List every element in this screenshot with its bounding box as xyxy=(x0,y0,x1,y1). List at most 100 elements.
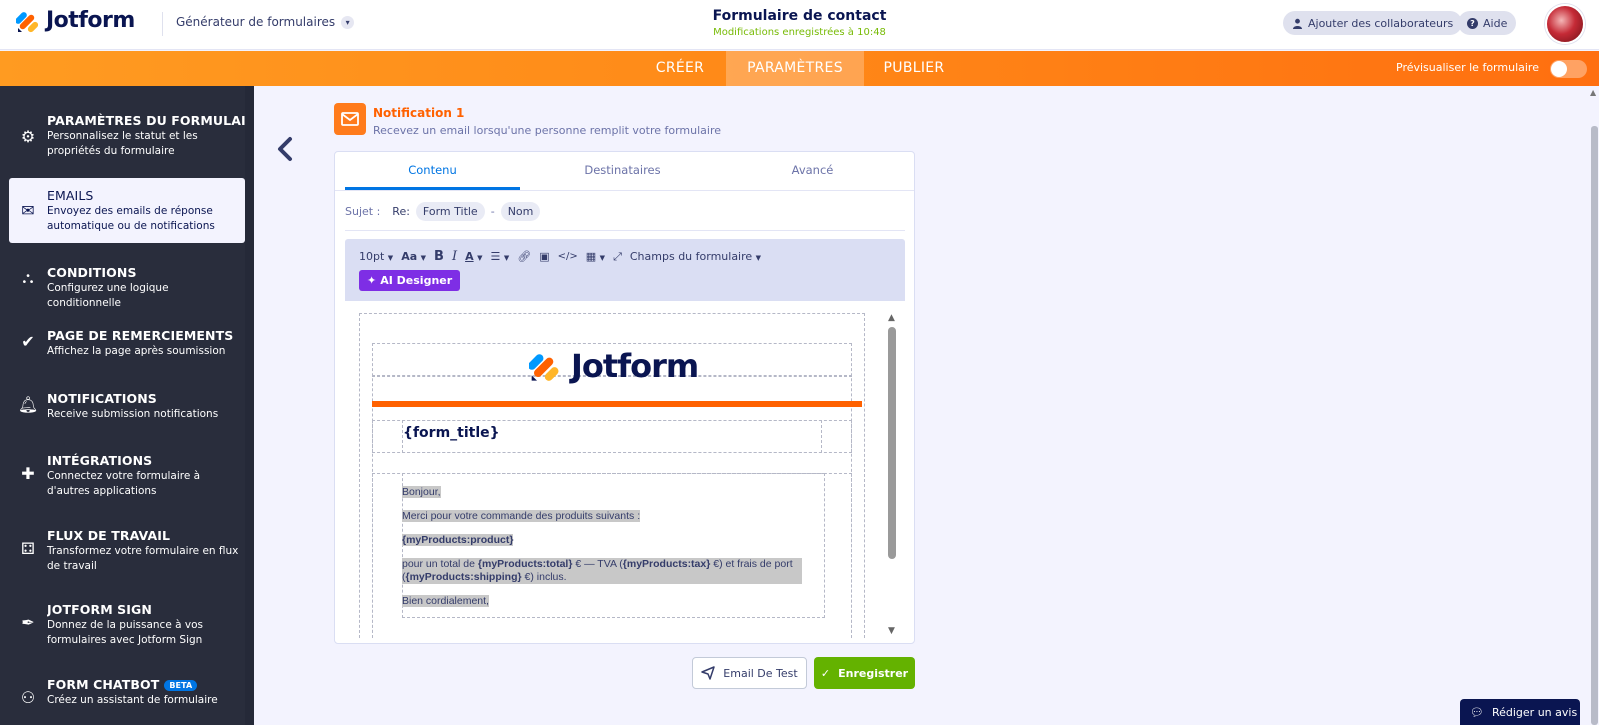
sidebar-item-desc: Personnalisez le statut et les propriété… xyxy=(47,130,198,157)
sidebar-item-jotform-sign[interactable]: ✒ JOTFORM SIGN Donnez de la puissance à … xyxy=(9,602,245,647)
sidebar-item-workflow[interactable]: ⚃ FLUX DE TRAVAIL Transformez votre form… xyxy=(9,528,245,573)
email-total-var: {myProducts:total} xyxy=(477,558,573,570)
email-thanks: Merci pour votre commande des produits s… xyxy=(402,510,641,522)
beta-badge: BETA xyxy=(164,680,198,691)
email-total-text-4: €) inclus. xyxy=(521,571,567,583)
align-button[interactable]: ☰ ▼ xyxy=(490,250,509,263)
scroll-up-icon[interactable]: ▲ xyxy=(888,313,895,323)
scroll-down-icon[interactable]: ▼ xyxy=(888,626,895,636)
email-editor-card: Contenu Destinataires Avancé Sujet : Re:… xyxy=(334,151,915,644)
sidebar-item-title: JOTFORM SIGN xyxy=(47,602,152,617)
table-icon: ▦ xyxy=(585,250,597,263)
email-products: {myProducts:product} xyxy=(402,534,514,546)
subject-tag-name[interactable]: Nom xyxy=(500,202,541,221)
sidebar-item-title: PAGE DE REMERCIEMENTS xyxy=(47,328,234,343)
sidebar-item-form-chatbot[interactable]: ⚇ FORM CHATBOT BETA Créez un assistant de… xyxy=(9,677,245,708)
code-icon[interactable]: </> xyxy=(558,251,578,262)
sidebar-item-thank-you[interactable]: ✔ PAGE DE REMERCIEMENTS Affichez la page… xyxy=(9,328,245,359)
help-label: Aide xyxy=(1483,16,1508,30)
tab-create[interactable]: CRÉER xyxy=(640,51,720,86)
form-fields-menu[interactable]: Champs du formulaire ▼ xyxy=(630,250,761,263)
sidebar-item-conditions[interactable]: ⛬ CONDITIONS Configurez une logique cond… xyxy=(9,265,245,310)
preview-scrollbar[interactable]: ▲ ▼ xyxy=(885,313,899,638)
sidebar-item-desc: Connectez votre formulaire à d'autres ap… xyxy=(47,470,201,497)
fullscreen-icon[interactable]: ⤢ xyxy=(613,250,622,264)
email-shipping-var: {myProducts:shipping} xyxy=(405,571,522,583)
table-button[interactable]: ▦ ▼ xyxy=(586,250,605,263)
user-icon xyxy=(1293,18,1302,29)
email-form-title: {form_title} xyxy=(403,425,500,441)
sidebar-item-desc: Affichez la page après soumission xyxy=(47,345,226,357)
write-review-label: Rédiger un avis xyxy=(1491,705,1578,719)
question-icon: ? xyxy=(1467,17,1478,29)
tab-advanced[interactable]: Avancé xyxy=(725,152,900,190)
scroll-up-icon[interactable]: ▲ xyxy=(1590,88,1596,97)
jotform-logo[interactable]: Jotform xyxy=(16,8,135,33)
ai-designer-button[interactable]: ✦ AI Designer xyxy=(359,270,461,291)
tab-publish[interactable]: PUBLIER xyxy=(868,51,960,86)
tab-content[interactable]: Contenu xyxy=(345,152,520,190)
write-review-button[interactable]: 💬︎ Rédiger un avis xyxy=(1460,699,1580,725)
help-button[interactable]: ? Aide xyxy=(1458,11,1517,35)
sidebar-item-desc: Transformez votre formulaire en flux de … xyxy=(47,545,239,572)
chevron-down-icon: ▼ xyxy=(420,254,427,262)
text-color-icon: A xyxy=(465,250,474,263)
font-size-select[interactable]: 10pt ▼ xyxy=(359,250,393,263)
bell-icon: 🔔︎ xyxy=(17,394,39,414)
back-chevron-icon[interactable] xyxy=(276,136,294,169)
sidebar-item-title: EMAILS xyxy=(47,188,94,203)
scroll-thumb[interactable] xyxy=(888,327,896,559)
preview-form-label: Prévisualiser le formulaire xyxy=(1396,61,1539,74)
preview-form-toggle[interactable] xyxy=(1550,60,1587,78)
text-color-button[interactable]: A ▼ xyxy=(465,250,482,263)
save-button[interactable]: ✓ Enregistrer xyxy=(814,657,915,689)
sidebar-item-title: NOTIFICATIONS xyxy=(47,391,157,406)
editor-toolbar: 10pt ▼ Aa ▼ B I A ▼ ☰ ▼ 🔗︎ ▣ </> ▦ ▼ ⤢ C… xyxy=(345,239,905,301)
jotform-logo-icon xyxy=(529,354,559,381)
sidebar-scrollbar[interactable] xyxy=(245,86,254,725)
image-icon[interactable]: ▣ xyxy=(539,250,549,263)
tab-recipients[interactable]: Destinataires xyxy=(535,152,710,190)
subject-field[interactable]: Sujet : Re: Form Title - Nom xyxy=(345,202,541,221)
bold-button[interactable]: B xyxy=(434,249,444,264)
email-greeting: Bonjour, xyxy=(402,486,441,498)
subject-tag-form-title[interactable]: Form Title xyxy=(415,202,485,221)
toggle-knob xyxy=(1551,61,1567,77)
subject-prefix: Re: xyxy=(392,205,410,218)
toolbar-row: 10pt ▼ Aa ▼ B I A ▼ ☰ ▼ 🔗︎ ▣ </> ▦ ▼ ⤢ C… xyxy=(359,249,761,264)
pen-icon: ✒ xyxy=(21,612,35,632)
sidebar-item-title: FLUX DE TRAVAIL xyxy=(47,528,171,543)
sidebar-item-integrations[interactable]: ✚ INTÉGRATIONS Connectez votre formulair… xyxy=(9,453,245,498)
sidebar-item-form-settings[interactable]: ⚙ PARAMÈTRES DU FORMULAI... Personnalise… xyxy=(9,113,245,158)
rich-text-editor: 10pt ▼ Aa ▼ B I A ▼ ☰ ▼ 🔗︎ ▣ </> ▦ ▼ ⤢ C… xyxy=(345,239,905,643)
tab-settings[interactable]: PARAMÈTRES xyxy=(726,51,864,86)
page-scrollbar[interactable]: ▲ xyxy=(1590,86,1599,725)
chevron-down-icon: ▼ xyxy=(503,254,510,262)
link-icon[interactable]: 🔗︎ xyxy=(517,250,531,263)
form-fields-label: Champs du formulaire xyxy=(629,250,753,263)
builder-menu-label: Générateur de formulaires xyxy=(176,15,336,29)
sidebar-item-desc: Receive submission notifications xyxy=(47,408,219,420)
sidebar-item-emails[interactable]: ✉ EMAILS Envoyez des emails de réponse a… xyxy=(9,178,245,243)
email-tax-var: {myProducts:tax} xyxy=(622,558,711,570)
align-icon: ☰ xyxy=(490,250,501,263)
ai-designer-label: AI Designer xyxy=(380,274,453,287)
subject-separator: - xyxy=(490,205,495,218)
send-test-email-button[interactable]: Email De Test xyxy=(692,657,807,689)
builder-menu[interactable]: Générateur de formulaires ▾ xyxy=(176,15,355,29)
save-label: Enregistrer xyxy=(838,666,909,680)
sidebar-item-desc: Créez un assistant de formulaire xyxy=(47,694,218,706)
avatar[interactable] xyxy=(1545,4,1585,44)
main-nav: CRÉER PARAMÈTRES PUBLIER Prévisualiser l… xyxy=(0,51,1599,86)
add-collaborators-button[interactable]: Ajouter des collaborateurs xyxy=(1283,11,1463,35)
italic-button[interactable]: I xyxy=(452,249,457,264)
sidebar-item-desc: Configurez une logique conditionnelle xyxy=(47,282,169,309)
email-preview[interactable]: Jotform {form_title} Bonjour, Merci pour… xyxy=(359,313,877,638)
tab-divider xyxy=(335,190,914,191)
envelope-icon: ✉ xyxy=(21,200,35,220)
email-total-text-1: pour un total de xyxy=(402,558,478,570)
font-family-select[interactable]: Aa ▼ xyxy=(401,250,426,263)
sidebar-item-notifications[interactable]: 🔔︎ NOTIFICATIONS Receive submission noti… xyxy=(9,391,245,422)
sidebar-item-desc: Envoyez des emails de réponse automatiqu… xyxy=(47,205,215,232)
page-scroll-thumb[interactable] xyxy=(1591,126,1598,725)
